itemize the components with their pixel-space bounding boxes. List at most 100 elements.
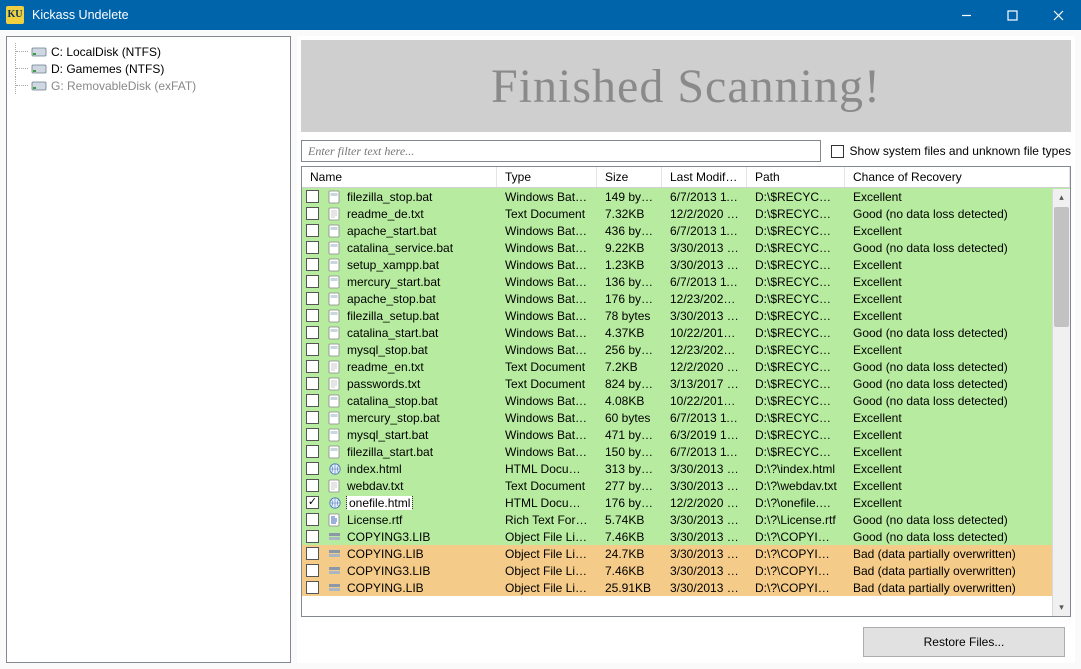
disk-item[interactable]: G: RemovableDisk (exFAT) [13, 77, 284, 94]
footer: Restore Files... [297, 621, 1075, 663]
file-icon [327, 530, 343, 544]
col-last-modified[interactable]: Last Modified [662, 167, 747, 187]
table-row[interactable]: setup_xampp.batWindows Batch ...1.23KB3/… [302, 256, 1070, 273]
scroll-down-icon[interactable]: ▾ [1053, 599, 1070, 616]
table-row[interactable]: filezilla_start.batWindows Batch ...150 … [302, 443, 1070, 460]
row-checkbox[interactable] [306, 241, 319, 254]
scroll-track[interactable] [1053, 328, 1070, 599]
table-row[interactable]: onefile.htmlHTML Document176 bytes12/2/2… [302, 494, 1070, 511]
table-row[interactable]: filezilla_setup.batWindows Batch ...78 b… [302, 307, 1070, 324]
row-checkbox[interactable] [306, 445, 319, 458]
row-checkbox[interactable] [306, 326, 319, 339]
cell-modified: 3/30/2013 12... [662, 513, 747, 527]
row-checkbox[interactable] [306, 394, 319, 407]
row-checkbox[interactable] [306, 496, 319, 509]
table-row[interactable]: COPYING3.LIBObject File Library7.46KB3/3… [302, 528, 1070, 545]
table-row[interactable]: filezilla_stop.batWindows Batch ...149 b… [302, 188, 1070, 205]
row-checkbox[interactable] [306, 190, 319, 203]
cell-size: 176 bytes [597, 292, 662, 306]
close-button[interactable] [1035, 0, 1081, 30]
scroll-up-icon[interactable]: ▴ [1053, 189, 1070, 206]
table-row[interactable]: COPYING3.LIBObject File Library7.46KB3/3… [302, 562, 1070, 579]
disk-icon [31, 62, 47, 76]
cell-path: D:\$RECYCLE.... [747, 445, 845, 459]
row-checkbox[interactable] [306, 428, 319, 441]
col-name[interactable]: Name [302, 167, 497, 187]
row-checkbox[interactable] [306, 479, 319, 492]
table-row[interactable]: readme_en.txtText Document7.2KB12/2/2020… [302, 358, 1070, 375]
vertical-scrollbar[interactable]: ▴ ▾ [1052, 189, 1070, 616]
scan-status-banner: Finished Scanning! [301, 40, 1071, 132]
row-checkbox[interactable] [306, 581, 319, 594]
row-checkbox[interactable] [306, 309, 319, 322]
cell-size: 277 bytes [597, 479, 662, 493]
cell-chance: Excellent [845, 496, 1070, 510]
col-path[interactable]: Path [747, 167, 845, 187]
file-name: COPYING3.LIB [347, 564, 430, 578]
table-row[interactable]: mysql_start.batWindows Batch ...471 byte… [302, 426, 1070, 443]
table-row[interactable]: COPYING.LIBObject File Library24.7KB3/30… [302, 545, 1070, 562]
disk-item[interactable]: D: Gamemes (NTFS) [13, 60, 284, 77]
cell-chance: Bad (data partially overwritten) [845, 564, 1070, 578]
table-row[interactable]: apache_stop.batWindows Batch ...176 byte… [302, 290, 1070, 307]
row-checkbox[interactable] [306, 292, 319, 305]
table-row[interactable]: index.htmlHTML Document313 bytes3/30/201… [302, 460, 1070, 477]
cell-path: D:\$RECYCLE.... [747, 190, 845, 204]
cell-modified: 6/7/2013 11:... [662, 411, 747, 425]
file-name: filezilla_setup.bat [347, 309, 439, 323]
file-name: catalina_service.bat [347, 241, 453, 255]
file-icon [327, 428, 343, 442]
disk-icon [31, 45, 47, 59]
row-checkbox[interactable] [306, 207, 319, 220]
row-checkbox[interactable] [306, 377, 319, 390]
table-row[interactable]: webdav.txtText Document277 bytes3/30/201… [302, 477, 1070, 494]
cell-size: 7.2KB [597, 360, 662, 374]
cell-type: Windows Batch ... [497, 326, 597, 340]
table-row[interactable]: readme_de.txtText Document7.32KB12/2/202… [302, 205, 1070, 222]
cell-chance: Good (no data loss detected) [845, 360, 1070, 374]
banner-text: Finished Scanning! [491, 59, 881, 114]
table-row[interactable]: apache_start.batWindows Batch ...436 byt… [302, 222, 1070, 239]
table-row[interactable]: License.rtfRich Text Format5.74KB3/30/20… [302, 511, 1070, 528]
row-checkbox[interactable] [306, 275, 319, 288]
minimize-button[interactable] [943, 0, 989, 30]
disk-item[interactable]: C: LocalDisk (NTFS) [13, 43, 284, 60]
app-icon: KU [6, 6, 24, 24]
row-checkbox[interactable] [306, 224, 319, 237]
cell-size: 436 bytes [597, 224, 662, 238]
table-row[interactable]: COPYING.LIBObject File Library25.91KB3/3… [302, 579, 1070, 596]
row-checkbox[interactable] [306, 530, 319, 543]
col-size[interactable]: Size [597, 167, 662, 187]
col-chance[interactable]: Chance of Recovery [845, 167, 1070, 187]
row-checkbox[interactable] [306, 343, 319, 356]
maximize-button[interactable] [989, 0, 1035, 30]
table-row[interactable]: catalina_start.batWindows Batch ...4.37K… [302, 324, 1070, 341]
row-checkbox[interactable] [306, 360, 319, 373]
show-system-files-option[interactable]: Show system files and unknown file types [831, 144, 1071, 158]
table-row[interactable]: catalina_stop.batWindows Batch ...4.08KB… [302, 392, 1070, 409]
table-row[interactable]: catalina_service.batWindows Batch ...9.2… [302, 239, 1070, 256]
cell-size: 5.74KB [597, 513, 662, 527]
restore-files-button[interactable]: Restore Files... [863, 627, 1065, 657]
row-checkbox[interactable] [306, 547, 319, 560]
row-checkbox[interactable] [306, 258, 319, 271]
cell-modified: 3/30/2013 12... [662, 564, 747, 578]
scroll-thumb[interactable] [1054, 207, 1069, 327]
row-checkbox[interactable] [306, 462, 319, 475]
filter-input[interactable] [301, 140, 821, 162]
cell-path: D:\$RECYCLE.... [747, 377, 845, 391]
row-checkbox[interactable] [306, 411, 319, 424]
cell-type: Text Document [497, 479, 597, 493]
cell-modified: 3/30/2013 12... [662, 309, 747, 323]
table-row[interactable]: mercury_stop.batWindows Batch ...60 byte… [302, 409, 1070, 426]
table-row[interactable]: mysql_stop.batWindows Batch ...256 bytes… [302, 341, 1070, 358]
cell-size: 4.08KB [597, 394, 662, 408]
row-checkbox[interactable] [306, 513, 319, 526]
file-name: setup_xampp.bat [347, 258, 439, 272]
checkbox-icon[interactable] [831, 145, 844, 158]
table-row[interactable]: passwords.txtText Document824 bytes3/13/… [302, 375, 1070, 392]
col-type[interactable]: Type [497, 167, 597, 187]
cell-chance: Good (no data loss detected) [845, 513, 1070, 527]
row-checkbox[interactable] [306, 564, 319, 577]
table-row[interactable]: mercury_start.batWindows Batch ...136 by… [302, 273, 1070, 290]
